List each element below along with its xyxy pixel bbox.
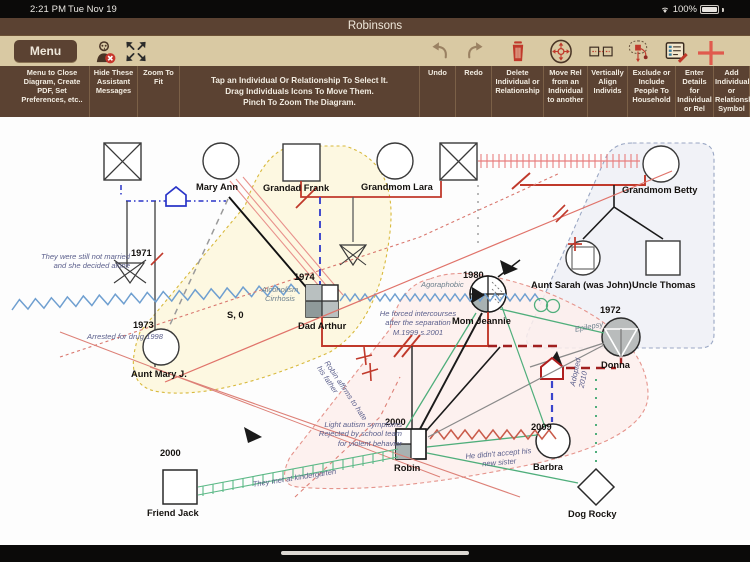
year-aborted-1971: 1971 [131, 248, 152, 258]
label-grandad-frank: Grandad Frank [263, 183, 329, 193]
details-icon[interactable] [663, 39, 689, 64]
rel-betty-slash [512, 173, 530, 189]
symbol-grandmom-betty[interactable] [643, 146, 679, 182]
arrow-autism-note [244, 427, 262, 443]
note-arrested-drug: Arrested for drug 1998 [58, 332, 163, 341]
year-barbra: 2009 [531, 422, 552, 432]
year-mom-jeannie: 1980 [463, 270, 484, 280]
label-household[interactable]: Exclude or Include People To Household [628, 66, 676, 117]
label-aunt-sarah: Aunt Sarah (was John) [531, 280, 632, 290]
label-delete[interactable]: Delete Individual or Relationship [492, 66, 544, 117]
app-root: 2:21 PM Tue Nov 19 100% Robinsons Menu [0, 0, 750, 562]
align-icon[interactable] [588, 39, 614, 64]
label-arthur-extra: S, 0 [227, 310, 244, 320]
note-marriage-dates: M.1999 s.2001 [378, 328, 458, 337]
assistant-label-strip: Menu to Close Diagram, Create PDF, Set P… [0, 66, 750, 117]
label-mary-ann: Mary Ann [196, 182, 238, 192]
add-icon[interactable] [694, 38, 728, 68]
label-robin: Robin [394, 463, 420, 473]
label-grandmom-lara: Grandmom Lara [361, 182, 433, 192]
symbol-grandad-frank[interactable] [283, 144, 320, 181]
zoom-to-fit-icon[interactable] [123, 39, 149, 64]
main-toolbar: Menu [0, 35, 750, 66]
label-add[interactable]: Add Individual or Relationship Symbol [714, 66, 750, 117]
status-battery-pct: 100% [673, 4, 697, 15]
note-alcoholism: Alcoholism Cirrhosis [254, 285, 306, 304]
delete-icon[interactable] [505, 39, 531, 64]
label-menu[interactable]: Menu to Close Diagram, Create PDF, Set P… [15, 66, 90, 117]
symbol-dog-rocky[interactable] [578, 469, 614, 505]
year-friend-jack: 2000 [160, 448, 181, 458]
label-hide-assistant[interactable]: Hide These Assistant Messages [90, 66, 138, 117]
status-date: Tue Nov 19 [68, 4, 117, 15]
marker-cut-2 [151, 253, 163, 265]
symbol-unnamed-male-deceased-right[interactable] [440, 143, 477, 180]
label-align[interactable]: Vertically Align Individs [588, 66, 628, 117]
note-not-married: They were still not married and she deci… [22, 252, 130, 271]
label-undo[interactable]: Undo [420, 66, 456, 117]
symbol-donna[interactable] [602, 318, 640, 357]
battery-icon [700, 5, 719, 14]
year-aunt-mary-j: 1973 [133, 320, 154, 330]
label-move-rel[interactable]: Move Rel from an Individual to another [544, 66, 588, 117]
label-redo[interactable]: Redo [456, 66, 492, 117]
wifi-icon [660, 5, 670, 14]
household-icon[interactable] [625, 39, 651, 64]
label-friend-jack: Friend Jack [147, 508, 199, 518]
symbol-grandmom-lara[interactable] [377, 143, 413, 179]
label-hint[interactable]: Tap an Individual Or Relationship To Sel… [180, 66, 420, 117]
label-details[interactable]: Enter Details for Individual or Rel [676, 66, 714, 117]
symbol-friend-jack[interactable] [163, 470, 197, 504]
year-dad-arthur: 1974 [294, 272, 315, 282]
year-donna: 1972 [600, 305, 621, 315]
note-autism-symptoms: Light autism symptoms Rejected by school… [296, 420, 402, 448]
symbol-uncle-thomas[interactable] [646, 241, 680, 275]
label-zoom-fit[interactable]: Zoom To Fit [138, 66, 180, 117]
battery-tip [722, 8, 724, 12]
label-aunt-mary-j: Aunt Mary J. [131, 369, 187, 379]
label-dad-arthur: Dad Arthur [298, 321, 346, 331]
move-rel-icon[interactable] [548, 39, 574, 64]
label-grandmom-betty: Grandmom Betty [622, 185, 697, 195]
label-dog-rocky: Dog Rocky [568, 509, 617, 519]
symbol-unnamed-male-deceased-left[interactable] [104, 143, 141, 180]
status-time: 2:21 PM [30, 4, 66, 15]
window-title-bar: Robinsons [0, 18, 750, 35]
hide-assistant-icon[interactable] [92, 39, 118, 64]
label-uncle-thomas: Uncle Thomas [632, 280, 696, 290]
note-agoraphobic: Agoraphobic [421, 280, 464, 289]
ios-status-bar: 2:21 PM Tue Nov 19 100% [0, 0, 750, 18]
page-title: Robinsons [348, 20, 402, 32]
home-indicator[interactable] [281, 551, 469, 555]
note-forced-intercourse: He forced intercourses after the separat… [364, 309, 472, 328]
redo-icon[interactable] [463, 39, 489, 64]
household-blue-house-icon[interactable] [166, 187, 186, 206]
undo-icon[interactable] [426, 39, 452, 64]
label-donna: Donna [601, 360, 630, 370]
symbol-mary-ann[interactable] [203, 143, 239, 179]
genogram-canvas[interactable]: Mary Ann Grandad Frank Grandmom Lara Gra… [0, 117, 750, 545]
menu-button[interactable]: Menu [14, 40, 77, 62]
symbol-aunt-sarah[interactable] [566, 241, 600, 275]
